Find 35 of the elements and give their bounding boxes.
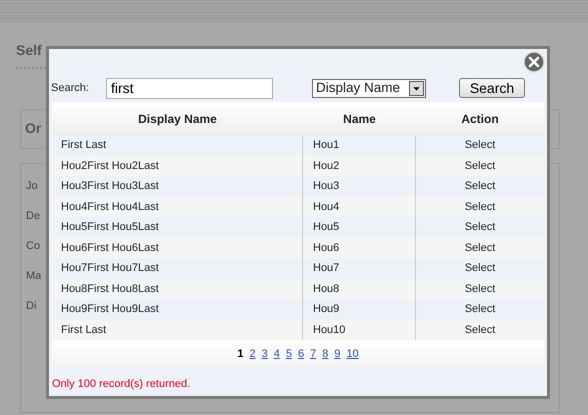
current-page[interactable]: 1 — [237, 346, 244, 362]
field-label: Jo — [26, 180, 38, 192]
search-label: Search: — [51, 80, 90, 96]
select-link[interactable]: Select — [464, 303, 496, 315]
result-message: Only 100 record(s) returned. — [52, 377, 192, 392]
page-link[interactable]: 6 — [298, 346, 304, 362]
select-link[interactable]: Select — [464, 139, 496, 151]
column-header: Display Name — [137, 110, 218, 128]
field-label: Ma — [26, 270, 42, 282]
select-link[interactable]: Select — [464, 282, 496, 294]
field-label: De — [26, 210, 40, 222]
page-link[interactable]: 2 — [249, 346, 256, 362]
select-link[interactable]: Select — [464, 242, 496, 254]
select-link[interactable]: Select — [464, 180, 496, 192]
field-label: Co — [26, 240, 40, 252]
page-link[interactable]: 4 — [274, 346, 280, 362]
page-link[interactable]: 5 — [286, 346, 292, 362]
column-header: Name — [342, 110, 377, 128]
select-link[interactable]: Select — [464, 160, 496, 172]
select-link[interactable]: Select — [464, 262, 496, 274]
select-link[interactable]: Select — [464, 221, 496, 233]
panel-title: Or — [25, 120, 42, 136]
select-link[interactable]: Select — [464, 324, 496, 336]
field-label: Di — [26, 300, 36, 312]
search-button[interactable]: Search — [459, 78, 525, 98]
page-link[interactable]: 8 — [322, 346, 328, 362]
page-link[interactable]: 3 — [262, 346, 268, 362]
page-link[interactable]: 7 — [310, 346, 316, 362]
page-link[interactable]: 10 — [346, 346, 359, 362]
column-header: Action — [460, 110, 500, 128]
select-link[interactable]: Select — [464, 200, 496, 212]
search-field[interactable]: first — [106, 78, 273, 98]
close-icon[interactable] — [523, 51, 545, 73]
page-link[interactable]: 9 — [334, 346, 340, 362]
field-dropdown[interactable]: Display Name — [312, 78, 426, 98]
